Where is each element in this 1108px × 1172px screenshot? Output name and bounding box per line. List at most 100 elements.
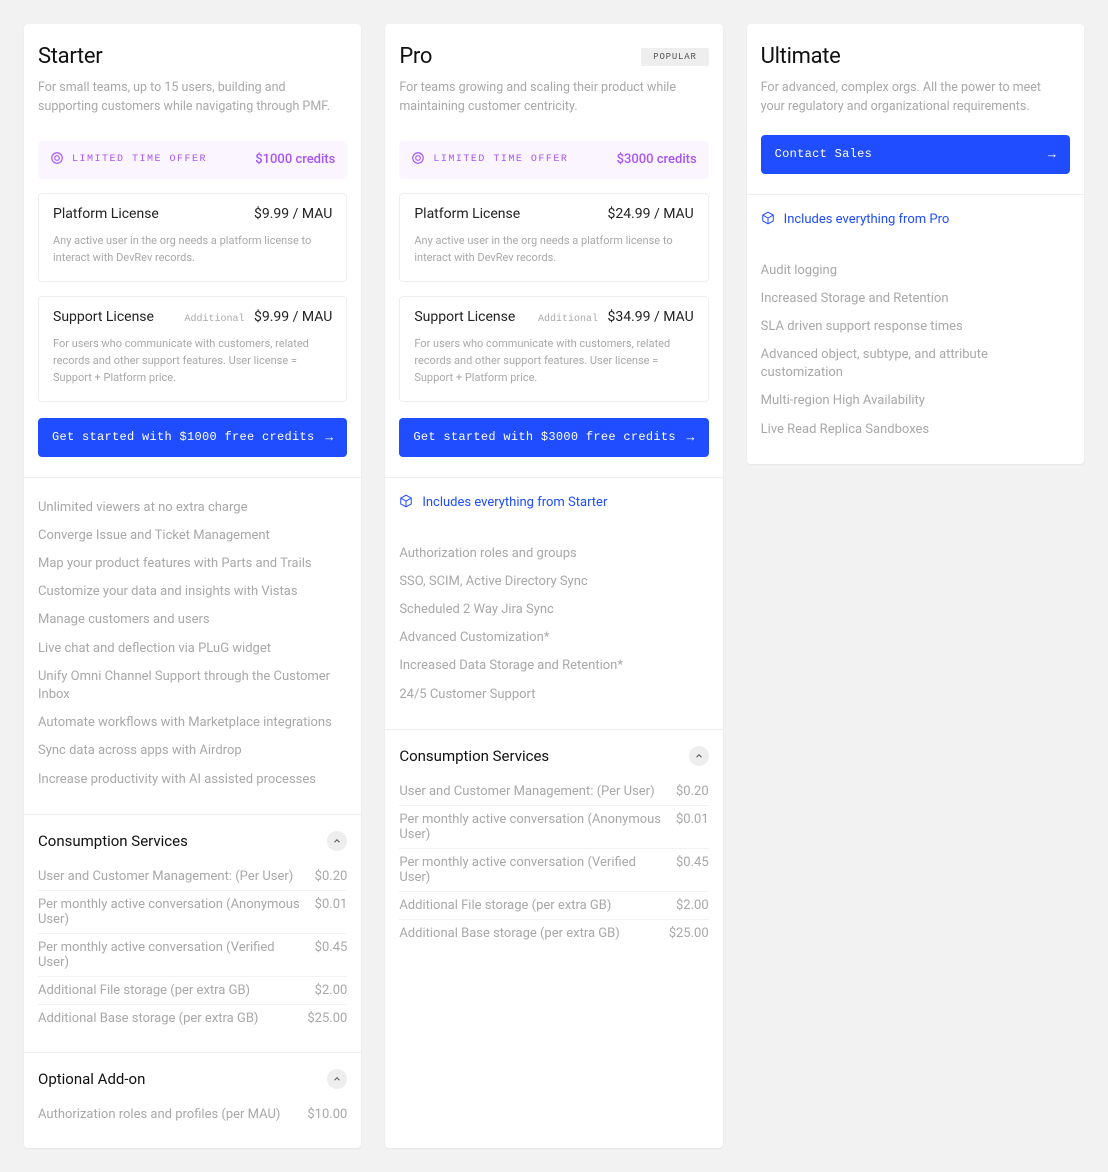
popular-badge: POPULAR <box>641 48 708 66</box>
cube-icon <box>399 494 413 512</box>
get-started-button[interactable]: Get started with $3000 free credits <box>399 418 708 457</box>
feature-item: Increase productivity with AI assisted p… <box>38 766 347 794</box>
plan-description: For advanced, complex orgs. All the powe… <box>761 79 1061 117</box>
support-license-label: Support License <box>53 309 154 325</box>
additional-tag: Additional <box>538 314 598 325</box>
includes-text: Includes everything from Starter <box>422 495 607 510</box>
consumption-title: Consumption Services <box>38 832 188 850</box>
plan-card-pro: Pro POPULAR For teams growing and scalin… <box>385 24 722 1148</box>
platform-license-price: $24.99 / MAU <box>607 206 693 222</box>
plan-header: Starter For small teams, up to 15 users,… <box>24 24 361 129</box>
platform-license-label: Platform License <box>53 206 159 222</box>
consumption-header: Consumption Services <box>385 729 722 778</box>
plan-title: Pro <box>399 44 432 69</box>
contact-sales-button[interactable]: Contact Sales <box>761 135 1070 174</box>
plan-card-starter: Starter For small teams, up to 15 users,… <box>24 24 361 1148</box>
offer-text: LIMITED TIME OFFER <box>72 154 207 165</box>
feature-list: Audit logging Increased Storage and Rete… <box>747 245 1084 464</box>
price-item: Additional Base storage (per extra GB)$2… <box>399 920 708 947</box>
cta-label: Get started with $3000 free credits <box>413 430 676 444</box>
platform-license-desc: Any active user in the org needs a platf… <box>414 232 693 266</box>
feature-item: Converge Issue and Ticket Management <box>38 522 347 550</box>
feature-item: Scheduled 2 Way Jira Sync <box>399 596 708 624</box>
feature-item: Advanced object, subtype, and attribute … <box>761 341 1070 387</box>
price-item: Per monthly active conversation (Verifie… <box>38 934 347 977</box>
credits-amount: $3000 credits <box>617 152 697 167</box>
plan-title: Starter <box>38 44 102 69</box>
feature-item: Increased Storage and Retention <box>761 285 1070 313</box>
feature-item: Authorization roles and groups <box>399 540 708 568</box>
support-license-desc: For users who communicate with customers… <box>414 335 693 386</box>
feature-item: Live chat and deflection via PLuG widget <box>38 635 347 663</box>
feature-item: Map your product features with Parts and… <box>38 550 347 578</box>
support-license-desc: For users who communicate with customers… <box>53 335 332 386</box>
feature-item: Manage customers and users <box>38 606 347 634</box>
chevron-up-icon <box>332 1074 342 1084</box>
price-item: User and Customer Management: (Per User)… <box>38 863 347 891</box>
includes-text: Includes everything from Pro <box>784 212 950 227</box>
support-license-box: Support License Additional $34.99 / MAU … <box>399 296 708 402</box>
consumption-list: User and Customer Management: (Per User)… <box>385 778 722 967</box>
chevron-up-icon <box>694 751 704 761</box>
support-license-box: Support License Additional $9.99 / MAU F… <box>38 296 347 402</box>
additional-tag: Additional <box>185 314 245 325</box>
plan-card-ultimate: Ultimate For advanced, complex orgs. All… <box>747 24 1084 464</box>
feature-item: Unlimited viewers at no extra charge <box>38 494 347 522</box>
cta-label: Get started with $1000 free credits <box>52 430 315 444</box>
support-license-label: Support License <box>414 309 515 325</box>
feature-item: Automate workflows with Marketplace inte… <box>38 709 347 737</box>
price-item: Additional File storage (per extra GB)$2… <box>38 977 347 1005</box>
platform-license-box: Platform License $24.99 / MAU Any active… <box>399 193 708 282</box>
addons-list: Authorization roles and profiles (per MA… <box>24 1101 361 1148</box>
price-item: Per monthly active conversation (Anonymo… <box>399 806 708 849</box>
chevron-up-icon <box>332 836 342 846</box>
offer-bar: LIMITED TIME OFFER $1000 credits <box>38 141 347 179</box>
plan-header: Pro POPULAR For teams growing and scalin… <box>385 24 722 129</box>
target-icon <box>50 151 64 169</box>
feature-item: Multi-region High Availability <box>761 387 1070 415</box>
consumption-header: Consumption Services <box>24 814 361 863</box>
collapse-button[interactable] <box>327 1069 347 1089</box>
addons-title: Optional Add-on <box>38 1070 145 1088</box>
price-item: User and Customer Management: (Per User)… <box>399 778 708 806</box>
platform-license-price: $9.99 / MAU <box>254 206 332 222</box>
feature-item: Sync data across apps with Airdrop <box>38 737 347 765</box>
offer-bar: LIMITED TIME OFFER $3000 credits <box>399 141 708 179</box>
platform-license-box: Platform License $9.99 / MAU Any active … <box>38 193 347 282</box>
platform-license-label: Platform License <box>414 206 520 222</box>
feature-item: Audit logging <box>761 257 1070 285</box>
includes-row: Includes everything from Starter <box>385 477 722 528</box>
target-icon <box>411 151 425 169</box>
plan-title: Ultimate <box>761 44 841 69</box>
offer-text: LIMITED TIME OFFER <box>433 154 568 165</box>
plan-description: For small teams, up to 15 users, buildin… <box>38 79 338 117</box>
price-item: Per monthly active conversation (Anonymo… <box>38 891 347 934</box>
plan-header: Ultimate For advanced, complex orgs. All… <box>747 24 1084 129</box>
platform-license-desc: Any active user in the org needs a platf… <box>53 232 332 266</box>
support-license-price: $34.99 / MAU <box>607 309 693 325</box>
feature-list: Authorization roles and groups SSO, SCIM… <box>385 528 722 729</box>
feature-item: 24/5 Customer Support <box>399 681 708 709</box>
feature-item: Unify Omni Channel Support through the C… <box>38 663 347 709</box>
price-item: Additional File storage (per extra GB)$2… <box>399 892 708 920</box>
feature-item: Advanced Customization* <box>399 624 708 652</box>
feature-item: Live Read Replica Sandboxes <box>761 416 1070 444</box>
arrow-right-icon <box>325 430 333 445</box>
get-started-button[interactable]: Get started with $1000 free credits <box>38 418 347 457</box>
addons-header: Optional Add-on <box>24 1052 361 1101</box>
cube-icon <box>761 211 775 229</box>
plan-description: For teams growing and scaling their prod… <box>399 79 699 117</box>
consumption-list: User and Customer Management: (Per User)… <box>24 863 361 1052</box>
collapse-button[interactable] <box>327 831 347 851</box>
consumption-title: Consumption Services <box>399 747 549 765</box>
price-item: Authorization roles and profiles (per MA… <box>38 1101 347 1128</box>
arrow-right-icon <box>1048 147 1056 162</box>
feature-item: Increased Data Storage and Retention* <box>399 652 708 680</box>
feature-list: Unlimited viewers at no extra charge Con… <box>24 478 361 814</box>
credits-amount: $1000 credits <box>255 152 335 167</box>
feature-item: Customize your data and insights with Vi… <box>38 578 347 606</box>
feature-item: SLA driven support response times <box>761 313 1070 341</box>
cta-label: Contact Sales <box>775 147 873 161</box>
arrow-right-icon <box>687 430 695 445</box>
collapse-button[interactable] <box>689 746 709 766</box>
